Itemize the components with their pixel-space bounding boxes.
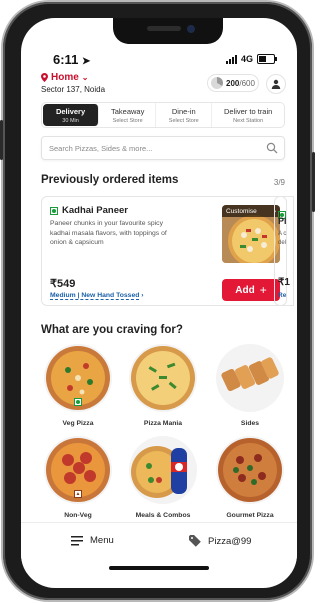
points-progress-icon xyxy=(211,77,223,89)
front-camera xyxy=(187,25,195,33)
non-veg-image: ▲ xyxy=(44,436,112,504)
location-selector[interactable]: Home ⌄ Sector 137, Noida xyxy=(41,72,105,94)
location-arrow-icon: ➤ xyxy=(81,56,91,67)
points-badge[interactable]: 200/600 xyxy=(207,74,259,92)
app-screen: 6:11 ➤ 4G Home ⌄ Sector 137, Noida 200/6… xyxy=(21,18,297,588)
item-price: ₹549 xyxy=(50,278,76,290)
tab-dine-in[interactable]: Dine-in Select Store xyxy=(156,103,213,127)
meals-combos-image xyxy=(129,436,197,504)
menu-icon xyxy=(71,535,83,545)
search-input[interactable]: Search Pizzas, Sides & more... xyxy=(41,136,285,160)
item-name: Pi xyxy=(278,216,287,226)
home-indicator[interactable] xyxy=(109,566,209,570)
item-price: ₹1 xyxy=(278,277,290,288)
order-type-tabs: Delivery 30 Min Takeaway Select Store Di… xyxy=(41,102,285,128)
search-placeholder: Search Pizzas, Sides & more... xyxy=(49,144,153,153)
category-sides[interactable]: Sides xyxy=(214,344,286,427)
tab-sub: Next Station xyxy=(233,117,264,124)
pizza-mania-image xyxy=(129,344,197,412)
nav-pizza-99[interactable]: Pizza@99 xyxy=(189,535,251,547)
tab-deliver-to-train[interactable]: Deliver to train Next Station xyxy=(212,103,284,127)
location-address: Sector 137, Noida xyxy=(41,85,106,94)
category-meals-combos[interactable]: Meals & Combos xyxy=(127,436,199,519)
previous-item-card-next[interactable]: Pi A c del ₹1 Re xyxy=(274,196,294,306)
category-label: Non-Veg xyxy=(64,512,92,519)
tab-label: Dine-in xyxy=(171,106,196,116)
signal-icon xyxy=(225,54,237,64)
search-icon[interactable] xyxy=(266,142,278,154)
category-gourmet-pizza[interactable]: Gourmet Pizza xyxy=(214,436,286,519)
previous-item-card[interactable]: Kadhai Paneer Paneer chunks in your favo… xyxy=(41,196,287,306)
points-total: /600 xyxy=(239,78,255,88)
section-title-crave: What are you craving for? xyxy=(41,324,183,336)
side-button xyxy=(0,120,3,160)
category-label: Gourmet Pizza xyxy=(226,512,274,519)
category-pizza-mania[interactable]: Pizza Mania xyxy=(127,344,199,427)
chevron-right-icon: › xyxy=(141,292,144,299)
phone-frame: 6:11 ➤ 4G Home ⌄ Sector 137, Noida 200/6… xyxy=(0,2,315,600)
customise-button[interactable]: Customise › xyxy=(222,205,280,217)
location-label: Home xyxy=(51,72,79,83)
nav-menu[interactable]: Menu xyxy=(71,535,114,546)
tab-label: Deliver to train xyxy=(223,106,273,116)
network-label: 4G xyxy=(240,54,253,64)
tab-label: Takeaway xyxy=(110,106,145,116)
category-non-veg[interactable]: ▲ Non-Veg xyxy=(42,436,114,519)
carousel-count: 3/9 xyxy=(273,178,285,187)
tab-sub: 30 Min xyxy=(62,117,79,124)
location-pin-icon xyxy=(41,73,48,82)
category-label: Meals & Combos xyxy=(135,512,191,519)
size-crust-label: Re xyxy=(278,292,287,299)
tab-label: Delivery xyxy=(55,106,86,116)
category-label: Veg Pizza xyxy=(62,420,94,427)
tab-sub: Select Store xyxy=(112,117,143,124)
non-veg-badge-icon: ▲ xyxy=(74,490,82,498)
tab-takeaway[interactable]: Takeaway Select Store xyxy=(100,103,157,127)
chevron-down-icon: ⌄ xyxy=(81,73,89,82)
speaker xyxy=(147,26,181,31)
notch xyxy=(113,18,223,44)
size-crust-selector[interactable]: Medium | New Hand Tossed › xyxy=(50,292,144,300)
add-label: Add xyxy=(235,284,255,296)
tag-icon xyxy=(189,535,201,547)
section-title-previous: Previously ordered items xyxy=(41,174,179,186)
battery-icon xyxy=(257,54,277,64)
sides-image xyxy=(216,344,284,412)
nav-menu-label: Menu xyxy=(90,535,114,546)
status-time: 6:11 ➤ xyxy=(53,52,90,67)
veg-badge-icon xyxy=(74,398,82,406)
profile-button[interactable] xyxy=(266,74,286,94)
category-label: Sides xyxy=(240,420,260,427)
veg-icon xyxy=(50,206,58,215)
plus-icon: + xyxy=(259,283,267,297)
location-home[interactable]: Home ⌄ xyxy=(41,72,105,83)
side-button xyxy=(312,152,315,212)
item-name: Kadhai Paneer xyxy=(62,205,128,216)
size-crust-label: Medium | New Hand Tossed xyxy=(50,292,140,300)
item-description: Paneer chunks in your favourite spicy ka… xyxy=(50,220,167,246)
category-label: Pizza Mania xyxy=(143,420,183,427)
status-icons: 4G xyxy=(225,54,277,64)
veg-pizza-image xyxy=(44,344,112,412)
user-icon xyxy=(271,79,281,89)
add-button[interactable]: Add + xyxy=(222,279,280,301)
gourmet-pizza-image xyxy=(216,436,284,504)
tab-sub: Select Store xyxy=(168,117,199,124)
item-description: A c del xyxy=(278,231,287,246)
customise-label: Customise xyxy=(226,207,257,215)
category-veg-pizza[interactable]: Veg Pizza xyxy=(42,344,114,427)
status-time-text: 6:11 xyxy=(53,52,79,67)
nav-pizza-99-label: Pizza@99 xyxy=(208,535,252,547)
item-title: Kadhai Paneer xyxy=(50,205,128,216)
points-earned: 200 xyxy=(226,78,240,88)
tab-delivery[interactable]: Delivery 30 Min xyxy=(43,104,100,126)
